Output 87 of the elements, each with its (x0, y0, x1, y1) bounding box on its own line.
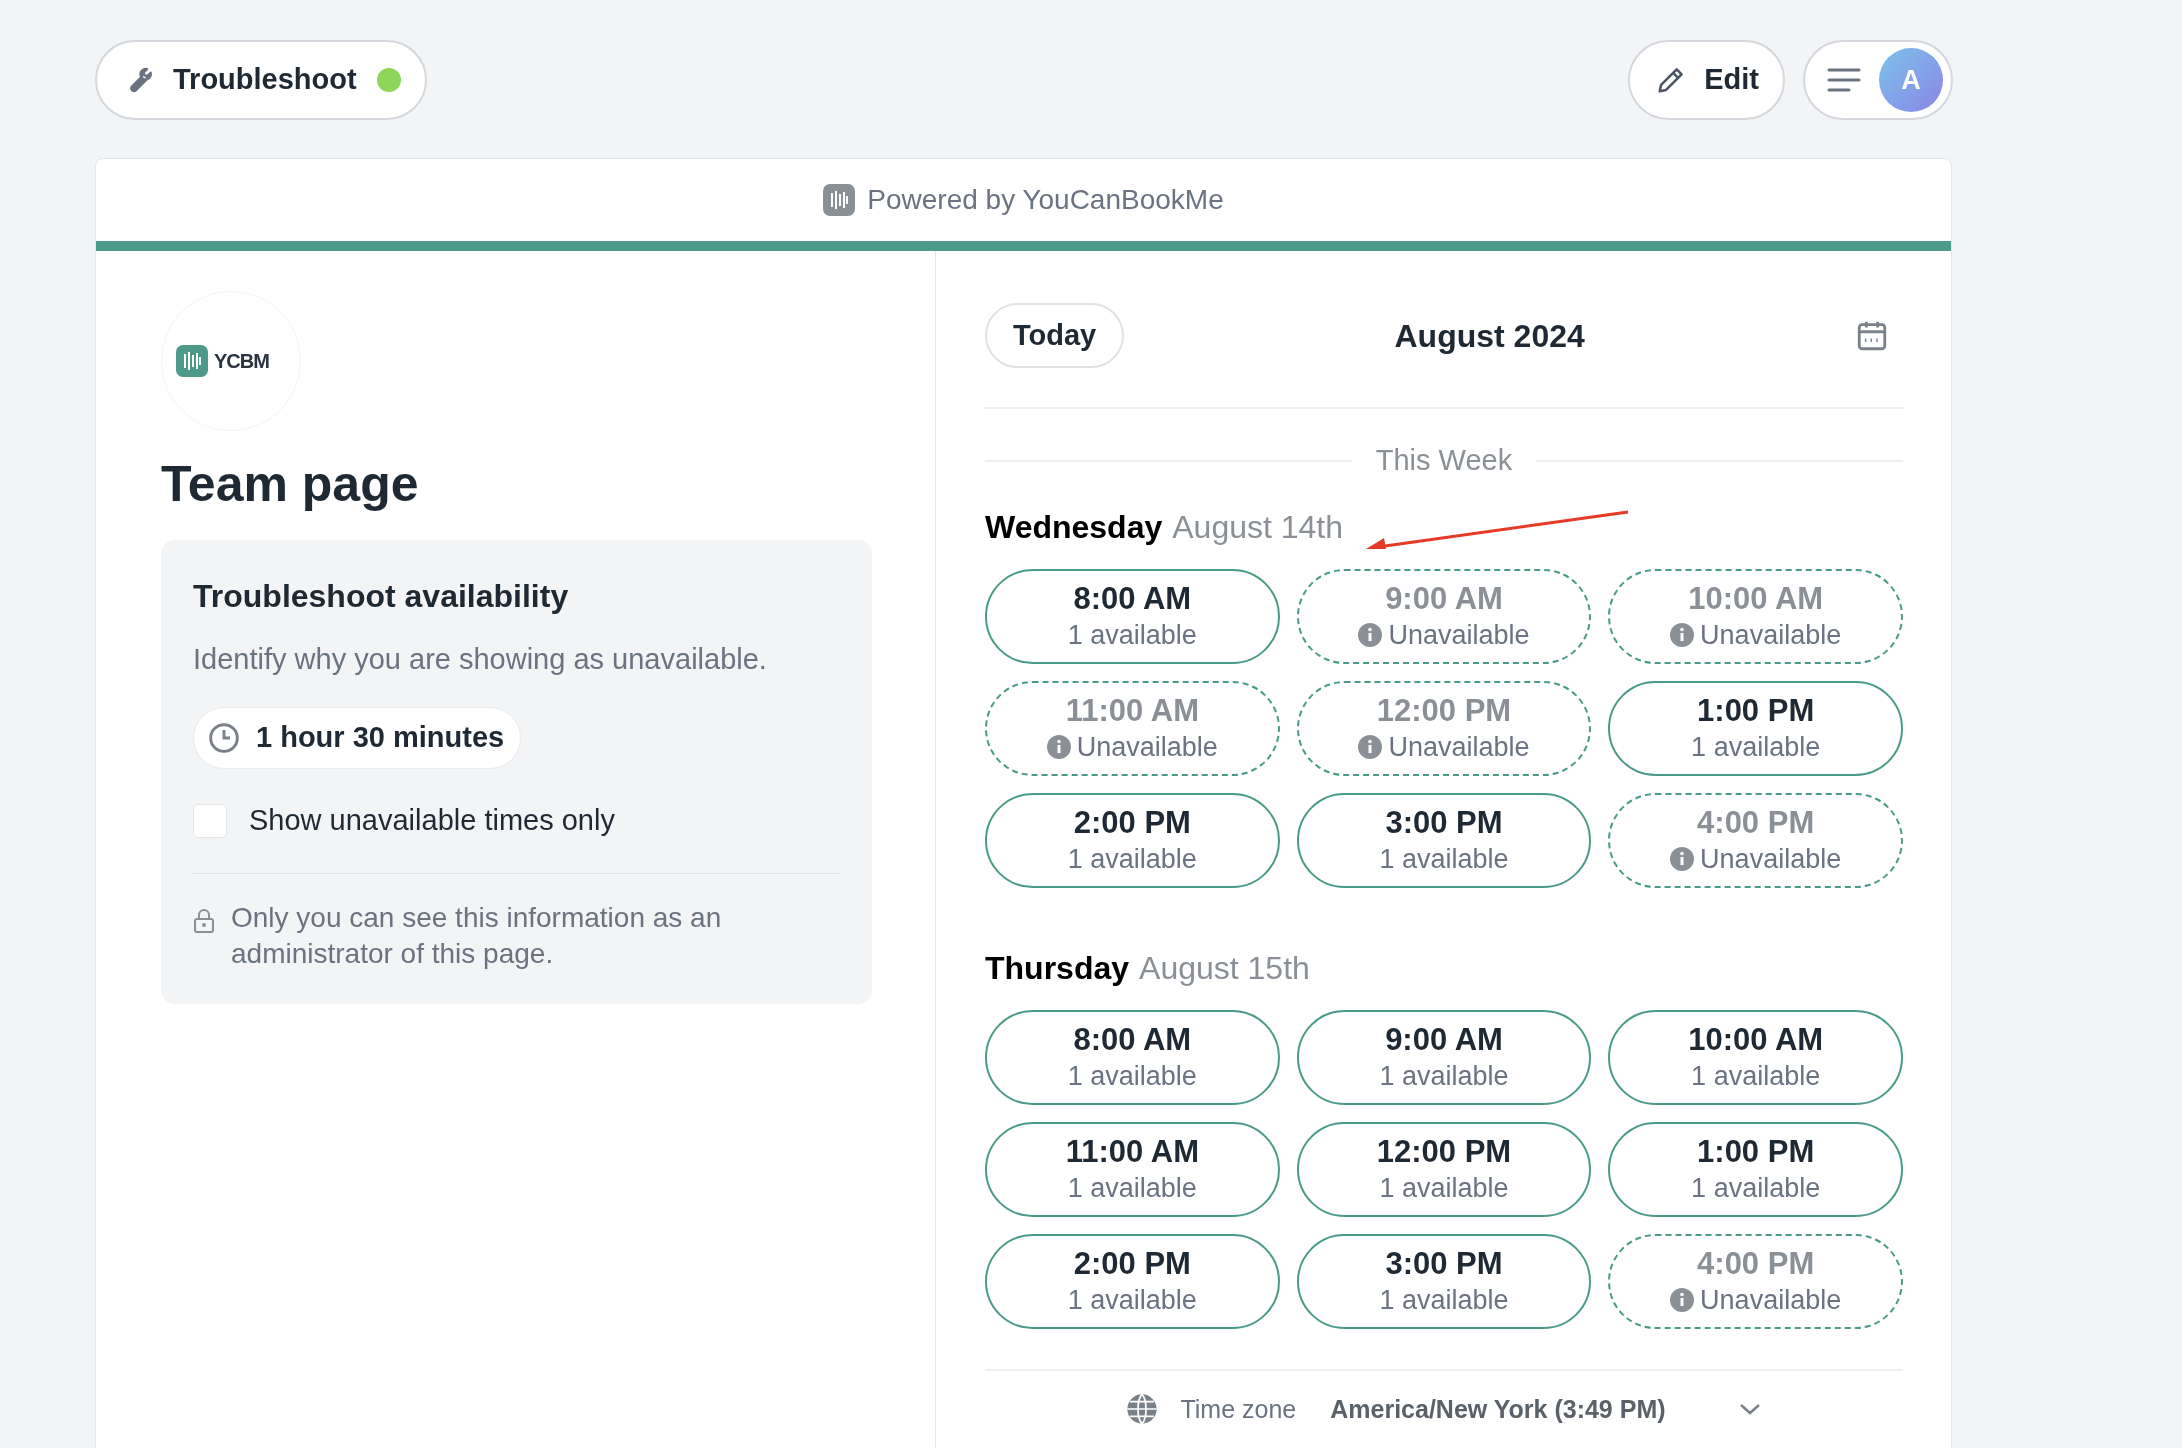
checkbox[interactable] (193, 803, 227, 838)
time-slot[interactable]: 1:00 PM 1 available (1608, 1121, 1903, 1217)
time-slot[interactable]: 2:00 PM 1 available (985, 1233, 1280, 1329)
slot-time: 9:00 AM (1385, 579, 1503, 618)
slot-status: 1 available (1067, 1059, 1197, 1093)
slot-time: 11:00 AM (1065, 1132, 1199, 1171)
slot-status: Unavailable (1388, 618, 1530, 652)
slot-time: 3:00 PM (1385, 803, 1503, 842)
time-slot[interactable]: 12:00 PM Unavailable (1296, 680, 1592, 776)
time-slot[interactable]: 1:00 PM 1 available (1608, 680, 1903, 776)
slot-time: 4:00 PM (1697, 803, 1815, 842)
slot-time: 11:00 AM (1065, 691, 1199, 730)
slot-time: 9:00 AM (1385, 1020, 1503, 1059)
panel-description: Identify why you are showing as unavailable. (193, 641, 768, 677)
panel-heading: Troubleshoot availability (193, 576, 570, 616)
slot-status: Unavailable (1076, 730, 1218, 764)
timezone-value[interactable]: America/New York (3:49 PM) (1330, 1390, 1666, 1428)
slot-status: 1 available (1691, 1171, 1821, 1205)
time-slot[interactable]: 3:00 PM 1 available (1296, 792, 1592, 888)
time-slot[interactable]: 12:00 PM 1 available (1296, 1121, 1592, 1217)
page-title: Team page (161, 455, 420, 514)
slot-time: 2:00 PM (1073, 1244, 1191, 1283)
slot-time: 10:00 AM (1688, 579, 1824, 618)
slot-time: 8:00 AM (1073, 1020, 1192, 1059)
time-slot[interactable]: 9:00 AM Unavailable (1296, 568, 1592, 664)
avatar: A (1879, 48, 1943, 112)
slot-status: Unavailable (1700, 618, 1842, 652)
slot-status: 1 available (1379, 1283, 1509, 1317)
menu-icon (1827, 67, 1861, 93)
slot-time: 1:00 PM (1697, 691, 1815, 730)
slot-status: 1 available (1067, 1283, 1197, 1317)
time-slot[interactable]: 8:00 AM 1 available (985, 568, 1280, 664)
time-slot[interactable]: 10:00 AM Unavailable (1608, 568, 1903, 664)
admin-note: Only you can see this information as an administrator of this page. (231, 900, 723, 971)
time-slot[interactable]: 9:00 AM 1 available (1296, 1009, 1592, 1105)
slot-time: 12:00 PM (1376, 691, 1512, 730)
ycbm-logo-icon (176, 345, 208, 377)
info-icon (1358, 735, 1383, 760)
slot-status: Unavailable (1700, 1283, 1842, 1317)
time-slot[interactable]: 11:00 AM Unavailable (985, 680, 1280, 776)
clock-icon (208, 722, 240, 754)
slot-time: 8:00 AM (1073, 579, 1192, 618)
month-title: August 2024 (1394, 316, 1585, 356)
edit-button[interactable]: Edit (1628, 40, 1785, 120)
slot-status: 1 available (1691, 1059, 1821, 1093)
slot-time: 1:00 PM (1697, 1132, 1815, 1171)
slot-time: 4:00 PM (1697, 1244, 1815, 1283)
info-icon (1046, 735, 1071, 760)
ycbm-logo-icon (823, 184, 856, 216)
info-icon (1670, 847, 1695, 872)
day-date: August 15th (1139, 948, 1310, 988)
slot-status: 1 available (1379, 1059, 1509, 1093)
info-icon (1358, 623, 1383, 648)
slot-status: 1 available (1379, 1171, 1509, 1205)
day-date: August 14th (1172, 507, 1344, 547)
slot-status: 1 available (1379, 842, 1509, 876)
info-icon (1670, 623, 1695, 648)
slot-status: 1 available (1691, 730, 1821, 764)
section-label: This Week (1375, 443, 1513, 478)
time-slot[interactable]: 4:00 PM Unavailable (1608, 792, 1903, 888)
time-slot[interactable]: 2:00 PM 1 available (985, 792, 1280, 888)
slot-status: Unavailable (1700, 842, 1842, 876)
time-slot[interactable]: 4:00 PM Unavailable (1608, 1233, 1903, 1329)
lock-icon (193, 907, 215, 934)
troubleshoot-button[interactable]: Troubleshoot (95, 40, 427, 120)
globe-icon (1126, 1393, 1159, 1426)
banner-text: Powered by YouCanBookMe (867, 183, 1224, 217)
slot-time: 2:00 PM (1073, 803, 1191, 842)
slot-status: 1 available (1067, 1171, 1197, 1205)
slot-status: 1 available (1067, 842, 1197, 876)
time-slot[interactable]: 8:00 AM 1 available (985, 1009, 1280, 1105)
logo-text: YCBM (214, 349, 269, 374)
slot-status: 1 available (1067, 618, 1197, 652)
slot-time: 10:00 AM (1688, 1020, 1824, 1059)
duration-pill: 1 hour 30 minutes (193, 707, 522, 769)
time-slot[interactable]: 11:00 AM 1 available (985, 1121, 1280, 1217)
timezone-label: Time zone (1180, 1393, 1297, 1425)
slot-status: Unavailable (1388, 730, 1530, 764)
today-button[interactable]: Today (985, 303, 1125, 368)
checkbox-label: Show unavailable times only (249, 803, 615, 838)
time-slot[interactable]: 10:00 AM 1 available (1608, 1009, 1903, 1105)
slot-time: 12:00 PM (1376, 1132, 1512, 1171)
slot-time: 3:00 PM (1385, 1244, 1503, 1283)
day-name: Thursday (985, 948, 1130, 988)
info-icon (1670, 1288, 1695, 1313)
day-name: Wednesday (985, 507, 1163, 547)
time-slot[interactable]: 3:00 PM 1 available (1296, 1233, 1592, 1329)
